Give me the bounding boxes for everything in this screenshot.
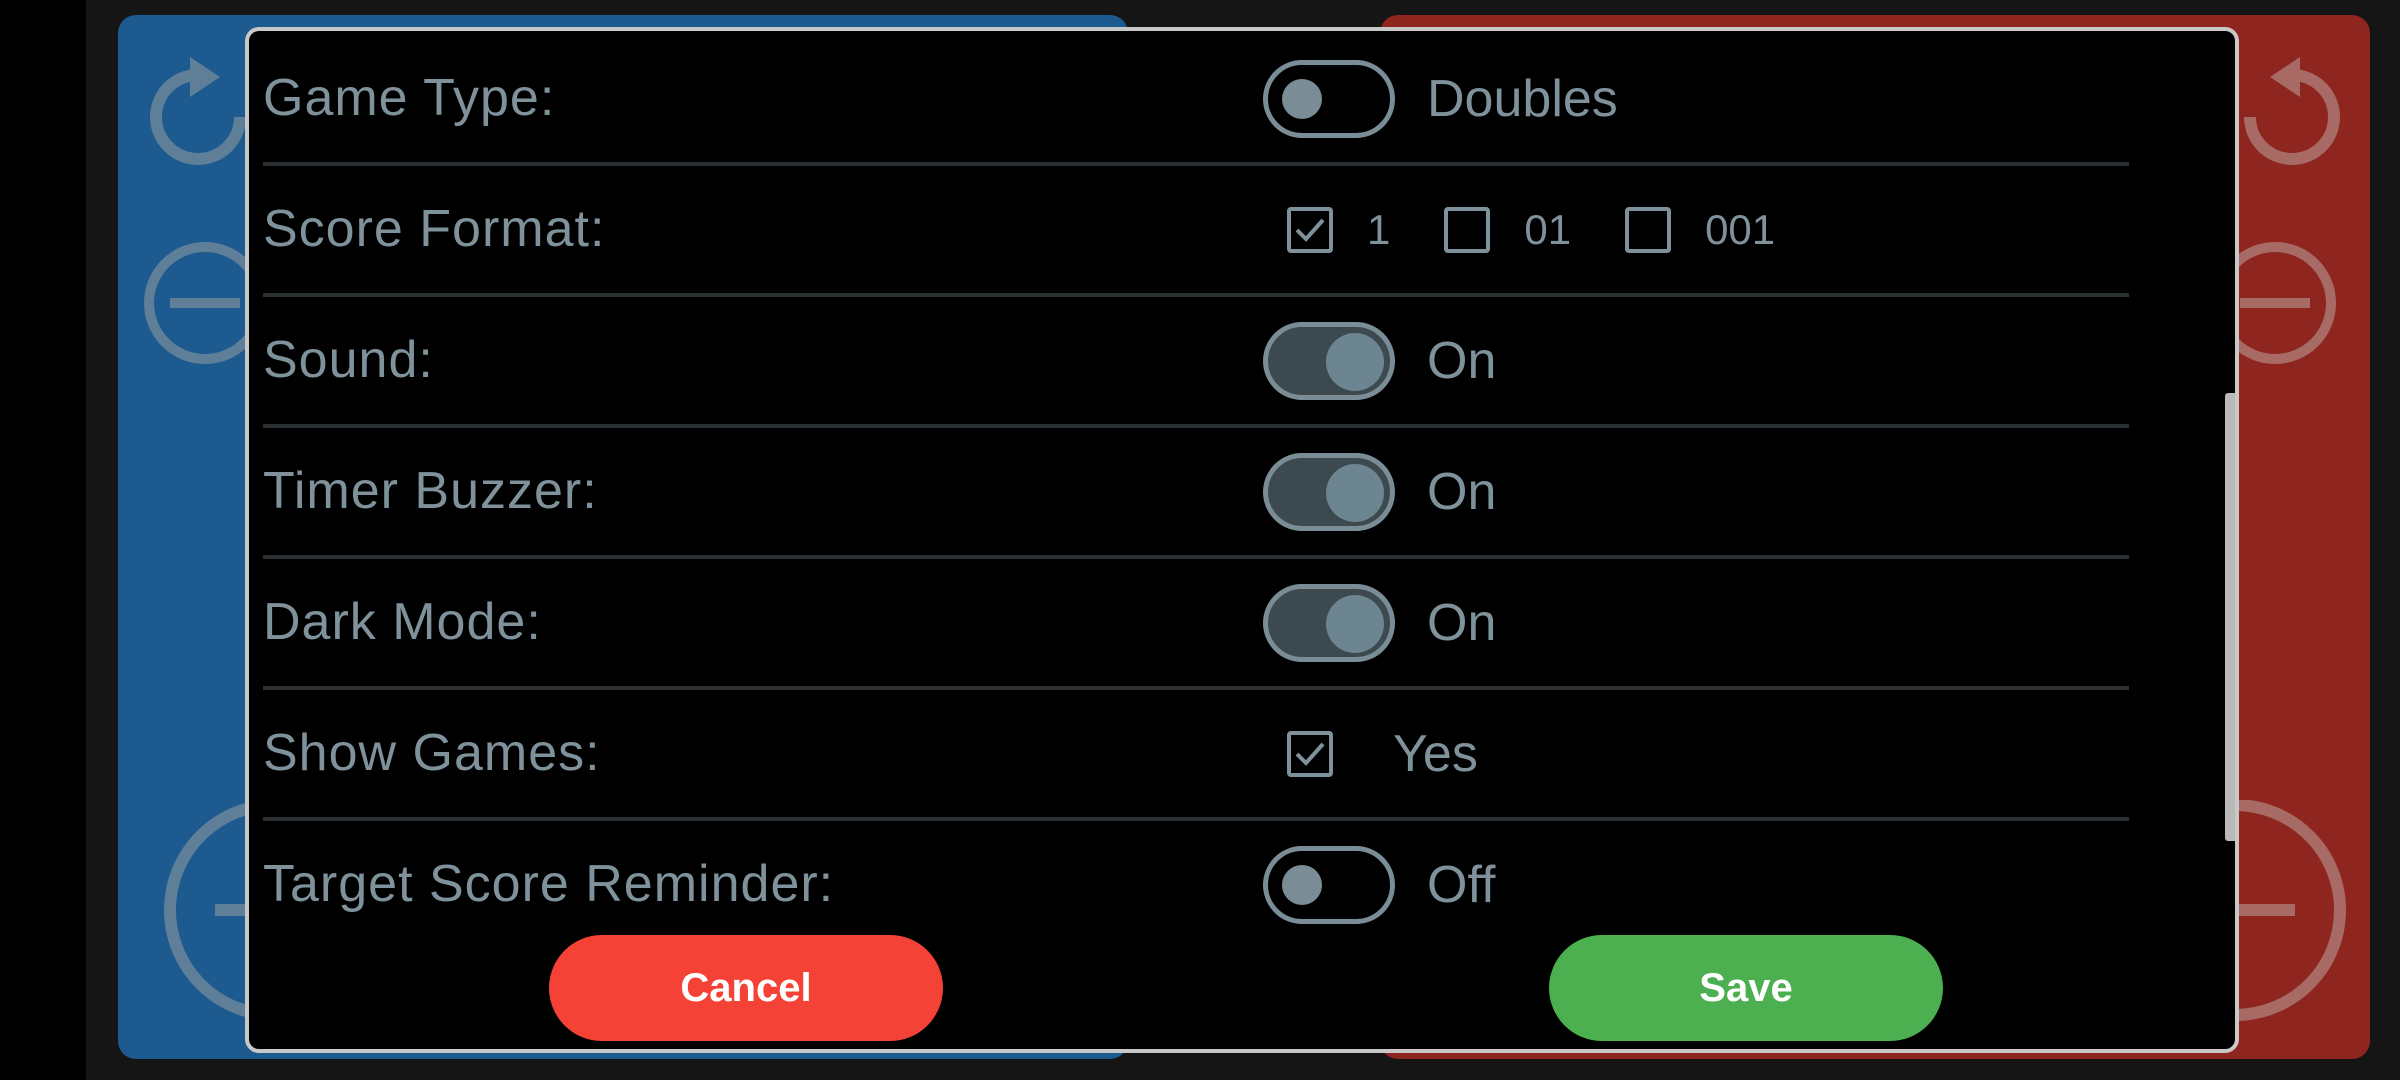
setting-row-timer-buzzer: Timer Buzzer: On [263, 428, 2129, 559]
checkbox-state-text: Yes [1393, 724, 1478, 783]
scrollbar-thumb[interactable] [2225, 393, 2235, 841]
setting-label: Score Format: [263, 200, 606, 258]
undo-icon [150, 55, 260, 175]
setting-row-dark-mode: Dark Mode: On [263, 559, 2129, 690]
toggle-state-text: On [1427, 462, 1497, 521]
toggle-state-text: On [1427, 331, 1497, 390]
setting-row-target-score-reminder: Target Score Reminder: Off [263, 821, 2129, 952]
save-button[interactable]: Save [1549, 935, 1943, 1041]
score-format-option: 01 [1524, 205, 1572, 253]
setting-row-show-games: Show Games: Yes [263, 690, 2129, 821]
minus-circle-icon [140, 238, 250, 368]
score-format-01-checkbox[interactable] [1444, 206, 1491, 253]
show-games-checkbox[interactable] [1287, 730, 1333, 777]
toggle-state-text: Off [1427, 855, 1496, 914]
toggle-state-text: Doubles [1427, 69, 1618, 128]
toggle-state-text: On [1427, 593, 1497, 652]
score-format-option: 1 [1367, 205, 1391, 253]
dark-mode-toggle[interactable] [1263, 583, 1395, 662]
score-format-1-checkbox[interactable] [1287, 206, 1333, 253]
setting-label: Timer Buzzer: [263, 462, 598, 520]
sound-toggle[interactable] [1263, 321, 1395, 400]
setting-row-sound: Sound: On [263, 297, 2129, 428]
undo-icon [2230, 55, 2340, 175]
setting-label: Show Games: [263, 724, 601, 782]
setting-label: Dark Mode: [263, 593, 542, 651]
setting-row-game-type: Game Type: Doubles [263, 35, 2129, 166]
game-type-toggle[interactable] [1263, 59, 1395, 138]
cancel-button[interactable]: Cancel [549, 935, 943, 1041]
score-format-001-checkbox[interactable] [1625, 206, 1672, 253]
timer-buzzer-toggle[interactable] [1263, 452, 1395, 531]
setting-row-score-format: Score Format: 1 01 001 [263, 166, 2129, 297]
settings-dialog: Game Type: Doubles Score Format: 1 01 00… [245, 27, 2239, 1053]
setting-label: Target Score Reminder: [263, 855, 835, 913]
check-icon [1295, 742, 1325, 766]
score-format-option: 001 [1705, 205, 1776, 253]
setting-label: Game Type: [263, 69, 556, 127]
minus-circle-icon [2230, 238, 2340, 368]
minus-circle-icon [2235, 800, 2355, 1030]
check-icon [1295, 218, 1325, 242]
setting-label: Sound: [263, 331, 434, 389]
target-score-reminder-toggle[interactable] [1263, 845, 1395, 924]
